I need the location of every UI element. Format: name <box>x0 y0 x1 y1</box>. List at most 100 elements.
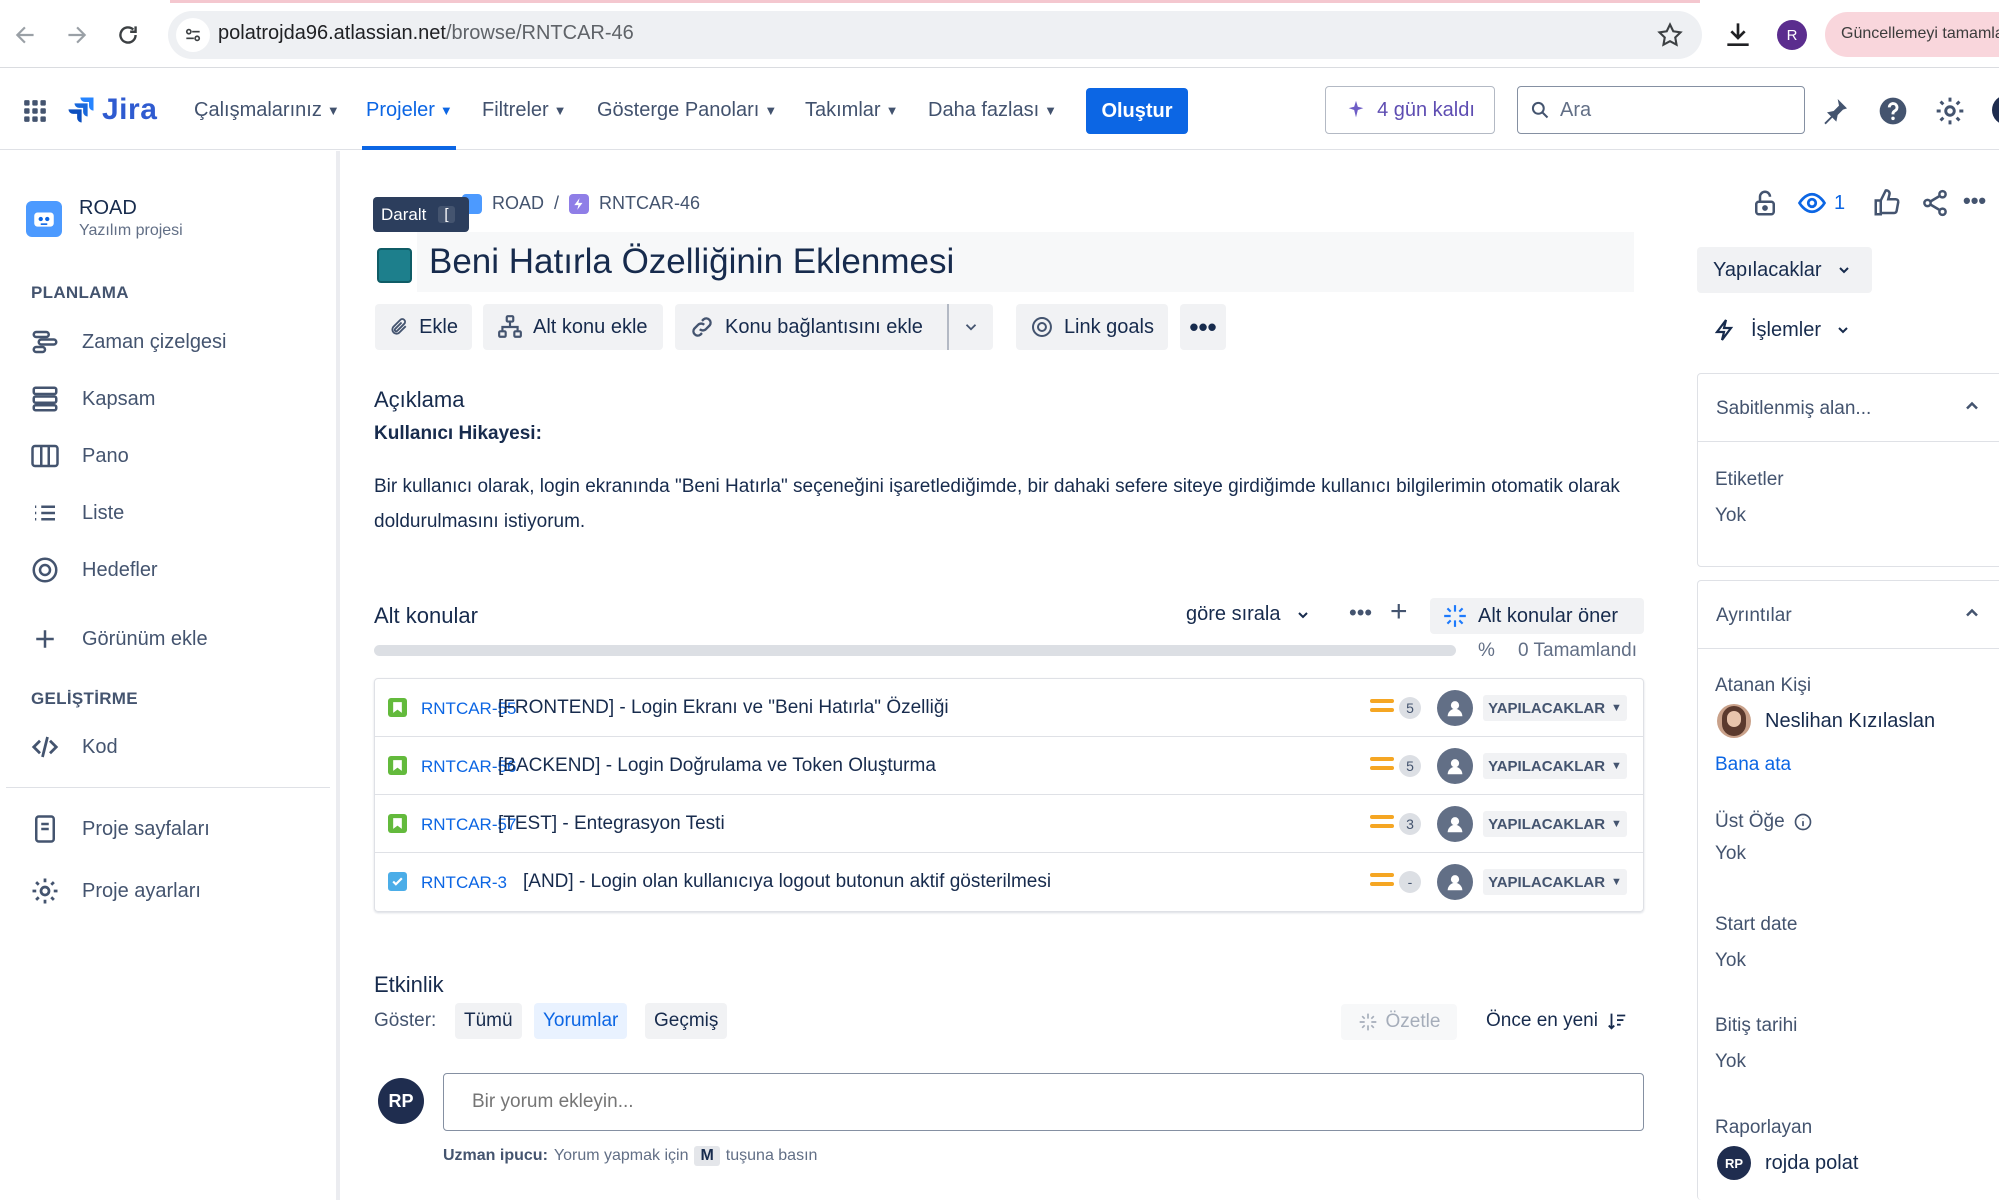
summarize-button[interactable]: Özetle <box>1341 1004 1457 1040</box>
user-avatar[interactable] <box>1992 95 1999 125</box>
project-avatar[interactable] <box>26 201 62 237</box>
status-button[interactable]: Yapılacaklar <box>1697 247 1872 293</box>
sort-newest-button[interactable]: Önce en yeni <box>1486 1010 1628 1032</box>
issue-title[interactable]: Beni Hatırla Özelliğinin Eklenmesi <box>429 242 954 282</box>
reporter-field[interactable]: RP rojda polat <box>1717 1146 1858 1180</box>
sidebar-item-project-pages[interactable]: Proje sayfaları <box>30 809 210 849</box>
unassigned-avatar-icon[interactable] <box>1437 748 1473 784</box>
parent-value[interactable]: Yok <box>1715 843 1746 865</box>
add-link-button[interactable]: Konu bağlantısını ekle <box>675 304 947 350</box>
chevron-down-icon: ▼ <box>1611 702 1622 714</box>
breadcrumb-project[interactable]: ROAD <box>492 193 544 214</box>
menu-filters[interactable]: Filtreler ▼ <box>482 99 567 122</box>
issue-type-icon[interactable] <box>377 248 412 283</box>
subtasks-more-icon[interactable]: ••• <box>1349 600 1372 626</box>
notifications-icon[interactable] <box>1819 95 1851 127</box>
jira-logo-icon <box>68 97 94 123</box>
sidebar-item-board[interactable]: Pano <box>30 436 129 476</box>
subtask-summary[interactable]: [TEST] - Entegrasyon Testi <box>498 813 725 835</box>
back-icon[interactable] <box>8 17 44 53</box>
bookmark-star-icon[interactable] <box>1656 21 1684 49</box>
description-text[interactable]: Bir kullanıcı olarak, login ekranında "B… <box>374 469 1639 539</box>
update-button[interactable]: Güncellemeyi tamamla <box>1825 12 1999 57</box>
watch-button[interactable]: 1 <box>1796 188 1845 218</box>
search-input[interactable]: Ara <box>1517 86 1805 134</box>
due-date-value[interactable]: Yok <box>1715 1051 1746 1073</box>
url-text: polatrojda96.atlassian.net/browse/RNTCAR… <box>218 22 634 45</box>
sidebar-item-list[interactable]: Liste <box>30 493 124 533</box>
subtask-row[interactable]: RNTCAR-56 [BACKEND] - Login Doğrulama ve… <box>375 737 1643 795</box>
help-icon[interactable] <box>1877 95 1909 127</box>
chevron-up-icon[interactable] <box>1962 396 1982 416</box>
subtask-row[interactable]: RNTCAR-3 [AND] - Login olan kullanıcıya … <box>375 853 1643 911</box>
status-dropdown[interactable]: YAPILACAKLAR ▼ <box>1483 811 1627 837</box>
forward-icon[interactable] <box>58 17 94 53</box>
subtask-summary[interactable]: [AND] - Login olan kullanıcıya logout bu… <box>523 871 1051 893</box>
more-options-icon[interactable]: ••• <box>1963 188 1986 214</box>
pro-tip-label: Uzman ipucu: <box>443 1147 548 1164</box>
status-dropdown[interactable]: YAPILACAKLAR ▼ <box>1483 695 1627 721</box>
unassigned-avatar-icon[interactable] <box>1437 806 1473 842</box>
site-info-icon[interactable] <box>176 18 210 52</box>
settings-gear-icon[interactable] <box>1934 95 1966 127</box>
trial-button[interactable]: 4 gün kaldı <box>1325 86 1495 134</box>
sidebar-item-project-settings[interactable]: Proje ayarları <box>30 871 201 911</box>
story-icon <box>388 698 407 717</box>
chevron-down-icon: ▼ <box>1611 876 1622 888</box>
subtasks-sort-dropdown[interactable]: göre sırala <box>1186 603 1311 626</box>
project-name[interactable]: ROAD <box>79 197 137 220</box>
add-link-dropdown[interactable] <box>947 304 993 350</box>
menu-more[interactable]: Daha fazlası ▼ <box>928 99 1057 122</box>
app-switcher-icon[interactable] <box>22 98 48 124</box>
unassigned-avatar-icon[interactable] <box>1437 690 1473 726</box>
attach-button[interactable]: Ekle <box>375 304 472 350</box>
filter-history[interactable]: Geçmiş <box>645 1003 728 1039</box>
unassigned-avatar-icon[interactable] <box>1437 864 1473 900</box>
more-actions-button[interactable]: ••• <box>1180 304 1226 350</box>
share-icon[interactable] <box>1920 188 1950 218</box>
menu-your-work[interactable]: Çalışmalarınız ▼ <box>194 99 340 122</box>
status-dropdown[interactable]: YAPILACAKLAR ▼ <box>1483 869 1627 895</box>
issue-title-row: Beni Hatırla Özelliğinin Eklenmesi <box>377 232 1634 292</box>
menu-dashboards[interactable]: Gösterge Panoları ▼ <box>597 99 777 122</box>
breadcrumb-issue[interactable]: RNTCAR-46 <box>599 193 700 214</box>
suggest-subtasks-button[interactable]: Alt konular öner <box>1430 598 1644 634</box>
subtask-row[interactable]: RNTCAR-55 [FRONTEND] - Login Ekranı ve "… <box>375 679 1643 737</box>
subtask-summary[interactable]: [FRONTEND] - Login Ekranı ve "Beni Hatır… <box>498 697 949 719</box>
create-button[interactable]: Oluştur <box>1086 88 1188 134</box>
sidebar-item-code[interactable]: Kod <box>30 727 118 767</box>
plus-icon <box>36 630 54 648</box>
jira-logo[interactable]: Jira <box>66 93 157 127</box>
profile-avatar[interactable]: R <box>1777 20 1807 50</box>
add-child-button[interactable]: Alt konu ekle <box>483 304 663 350</box>
pinned-fields-header[interactable]: Sabitlenmiş alan... <box>1698 374 1999 442</box>
reload-icon[interactable] <box>110 17 146 53</box>
add-subtask-icon[interactable]: + <box>1390 595 1408 629</box>
chevron-up-icon[interactable] <box>1962 603 1982 623</box>
address-bar[interactable]: polatrojda96.atlassian.net/browse/RNTCAR… <box>168 11 1702 59</box>
filter-all[interactable]: Tümü <box>455 1003 522 1039</box>
subtask-summary[interactable]: [BACKEND] - Login Doğrulama ve Token Olu… <box>498 755 936 777</box>
sidebar-item-goals[interactable]: Hedefler <box>30 550 158 590</box>
assignee-field[interactable]: Neslihan Kızılaslan <box>1717 704 1935 738</box>
sidebar-item-backlog[interactable]: Kapsam <box>30 379 155 419</box>
filter-comments[interactable]: Yorumlar <box>534 1003 628 1039</box>
assign-to-me-link[interactable]: Bana ata <box>1715 754 1791 776</box>
add-view-button[interactable]: Görünüm ekle <box>30 619 208 659</box>
labels-value[interactable]: Yok <box>1715 505 1746 527</box>
lock-open-icon[interactable] <box>1750 188 1780 218</box>
comment-input[interactable] <box>443 1073 1644 1131</box>
thumbs-up-icon[interactable] <box>1872 188 1902 218</box>
start-date-value[interactable]: Yok <box>1715 950 1746 972</box>
info-icon[interactable] <box>1793 812 1813 832</box>
link-goals-button[interactable]: Link goals <box>1016 304 1168 350</box>
status-dropdown[interactable]: YAPILACAKLAR ▼ <box>1483 753 1627 779</box>
menu-teams[interactable]: Takımlar ▼ <box>805 99 898 122</box>
actions-button[interactable]: İşlemler <box>1713 318 1851 342</box>
download-icon[interactable] <box>1722 18 1754 50</box>
menu-projects[interactable]: Projeler ▼ <box>366 99 453 122</box>
sidebar-item-timeline[interactable]: Zaman çizelgesi <box>30 322 227 362</box>
details-header[interactable]: Ayrıntılar <box>1698 581 1999 649</box>
subtask-row[interactable]: RNTCAR-57 [TEST] - Entegrasyon Testi 3 Y… <box>375 795 1643 853</box>
subtask-key[interactable]: RNTCAR-3 <box>421 873 507 893</box>
